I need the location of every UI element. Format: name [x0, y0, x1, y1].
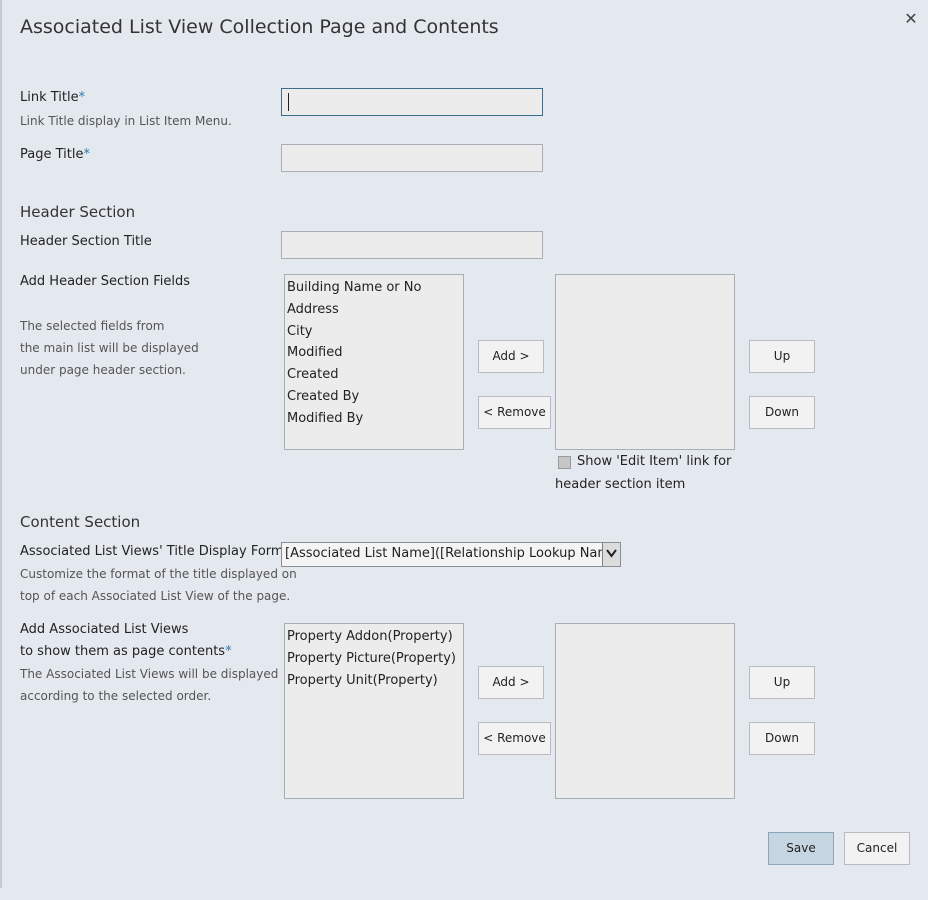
header-down-button[interactable]: Down	[749, 396, 815, 429]
title-format-selected-value: [Associated List Name]([Relationship Loo…	[285, 546, 621, 561]
selected-header-fields-list[interactable]	[555, 274, 735, 450]
title-format-label: Associated List Views' Title Display For…	[20, 544, 303, 559]
help-line: the main list will be displayed	[20, 341, 199, 355]
add-list-views-label-text: to show them as page contents	[20, 644, 226, 659]
list-option[interactable]: Property Addon(Property)	[287, 626, 463, 648]
page-title-input[interactable]	[281, 144, 543, 172]
title-format-help: Customize the format of the title displa…	[20, 563, 297, 607]
title-format-select[interactable]: [Associated List Name]([Relationship Loo…	[281, 542, 621, 567]
page-title-label: Page Title*	[20, 147, 90, 162]
list-option[interactable]: Building Name or No	[287, 277, 463, 299]
help-line: according to the selected order.	[20, 689, 212, 703]
content-add-button[interactable]: Add >	[478, 666, 544, 699]
help-line: The selected fields from	[20, 319, 165, 333]
title-format-label-text: Associated List Views' Title Display For…	[20, 544, 297, 559]
content-section-heading: Content Section	[20, 513, 141, 531]
header-section-title-label: Header Section Title	[20, 234, 152, 249]
text-caret	[288, 93, 289, 111]
list-option[interactable]: Modified	[287, 342, 463, 364]
help-line: Customize the format of the title displa…	[20, 567, 297, 581]
available-list-views-list[interactable]: Property Addon(Property) Property Pictur…	[284, 623, 464, 799]
selected-list-views-list[interactable]	[555, 623, 735, 799]
show-edit-item-label-cont: header section item	[555, 477, 686, 492]
help-line: The Associated List Views will be displa…	[20, 667, 279, 681]
add-list-views-label-cont: to show them as page contents*	[20, 644, 232, 659]
list-option[interactable]: Property Picture(Property)	[287, 648, 463, 670]
chevron-down-glyph	[606, 549, 617, 558]
add-list-views-required-mark: *	[225, 644, 232, 659]
link-title-input[interactable]	[281, 88, 543, 116]
list-option[interactable]: City	[287, 321, 463, 343]
content-up-button[interactable]: Up	[749, 666, 815, 699]
list-option[interactable]: Property Unit(Property)	[287, 670, 463, 692]
add-header-fields-help: The selected fields from the main list w…	[20, 315, 199, 381]
help-line: top of each Associated List View of the …	[20, 589, 291, 603]
help-line: under page header section.	[20, 363, 186, 377]
show-edit-item-label: Show 'Edit Item' link for	[577, 454, 732, 469]
save-button[interactable]: Save	[768, 832, 834, 865]
content-remove-button[interactable]: < Remove	[478, 722, 551, 755]
add-header-fields-label: Add Header Section Fields	[20, 274, 190, 289]
header-remove-button[interactable]: < Remove	[478, 396, 551, 429]
list-option[interactable]: Created	[287, 364, 463, 386]
list-option[interactable]: Created By	[287, 386, 463, 408]
list-option[interactable]: Modified By	[287, 408, 463, 430]
link-title-label-text: Link Title	[20, 90, 79, 105]
header-section-title-input[interactable]	[281, 231, 543, 259]
add-list-views-label: Add Associated List Views	[20, 622, 189, 637]
header-up-button[interactable]: Up	[749, 340, 815, 373]
associated-list-view-dialog: Associated List View Collection Page and…	[0, 0, 928, 900]
close-icon[interactable]: ✕	[902, 10, 920, 28]
cancel-button[interactable]: Cancel	[844, 832, 910, 865]
show-edit-item-checkbox[interactable]	[558, 456, 571, 469]
add-list-views-help: The Associated List Views will be displa…	[20, 663, 278, 707]
header-section-heading: Header Section	[20, 203, 136, 221]
link-title-label: Link Title*	[20, 90, 85, 105]
dialog-left-border	[0, 0, 2, 888]
page-title-required-mark: *	[83, 147, 90, 162]
content-down-button[interactable]: Down	[749, 722, 815, 755]
chevron-down-icon[interactable]	[602, 543, 620, 566]
available-header-fields-list[interactable]: Building Name or No Address City Modifie…	[284, 274, 464, 450]
link-title-help: Link Title display in List Item Menu.	[20, 114, 232, 128]
list-option[interactable]: Address	[287, 299, 463, 321]
dialog-title: Associated List View Collection Page and…	[20, 16, 499, 38]
header-add-button[interactable]: Add >	[478, 340, 544, 373]
page-title-label-text: Page Title	[20, 147, 84, 162]
link-title-required-mark: *	[78, 90, 86, 105]
